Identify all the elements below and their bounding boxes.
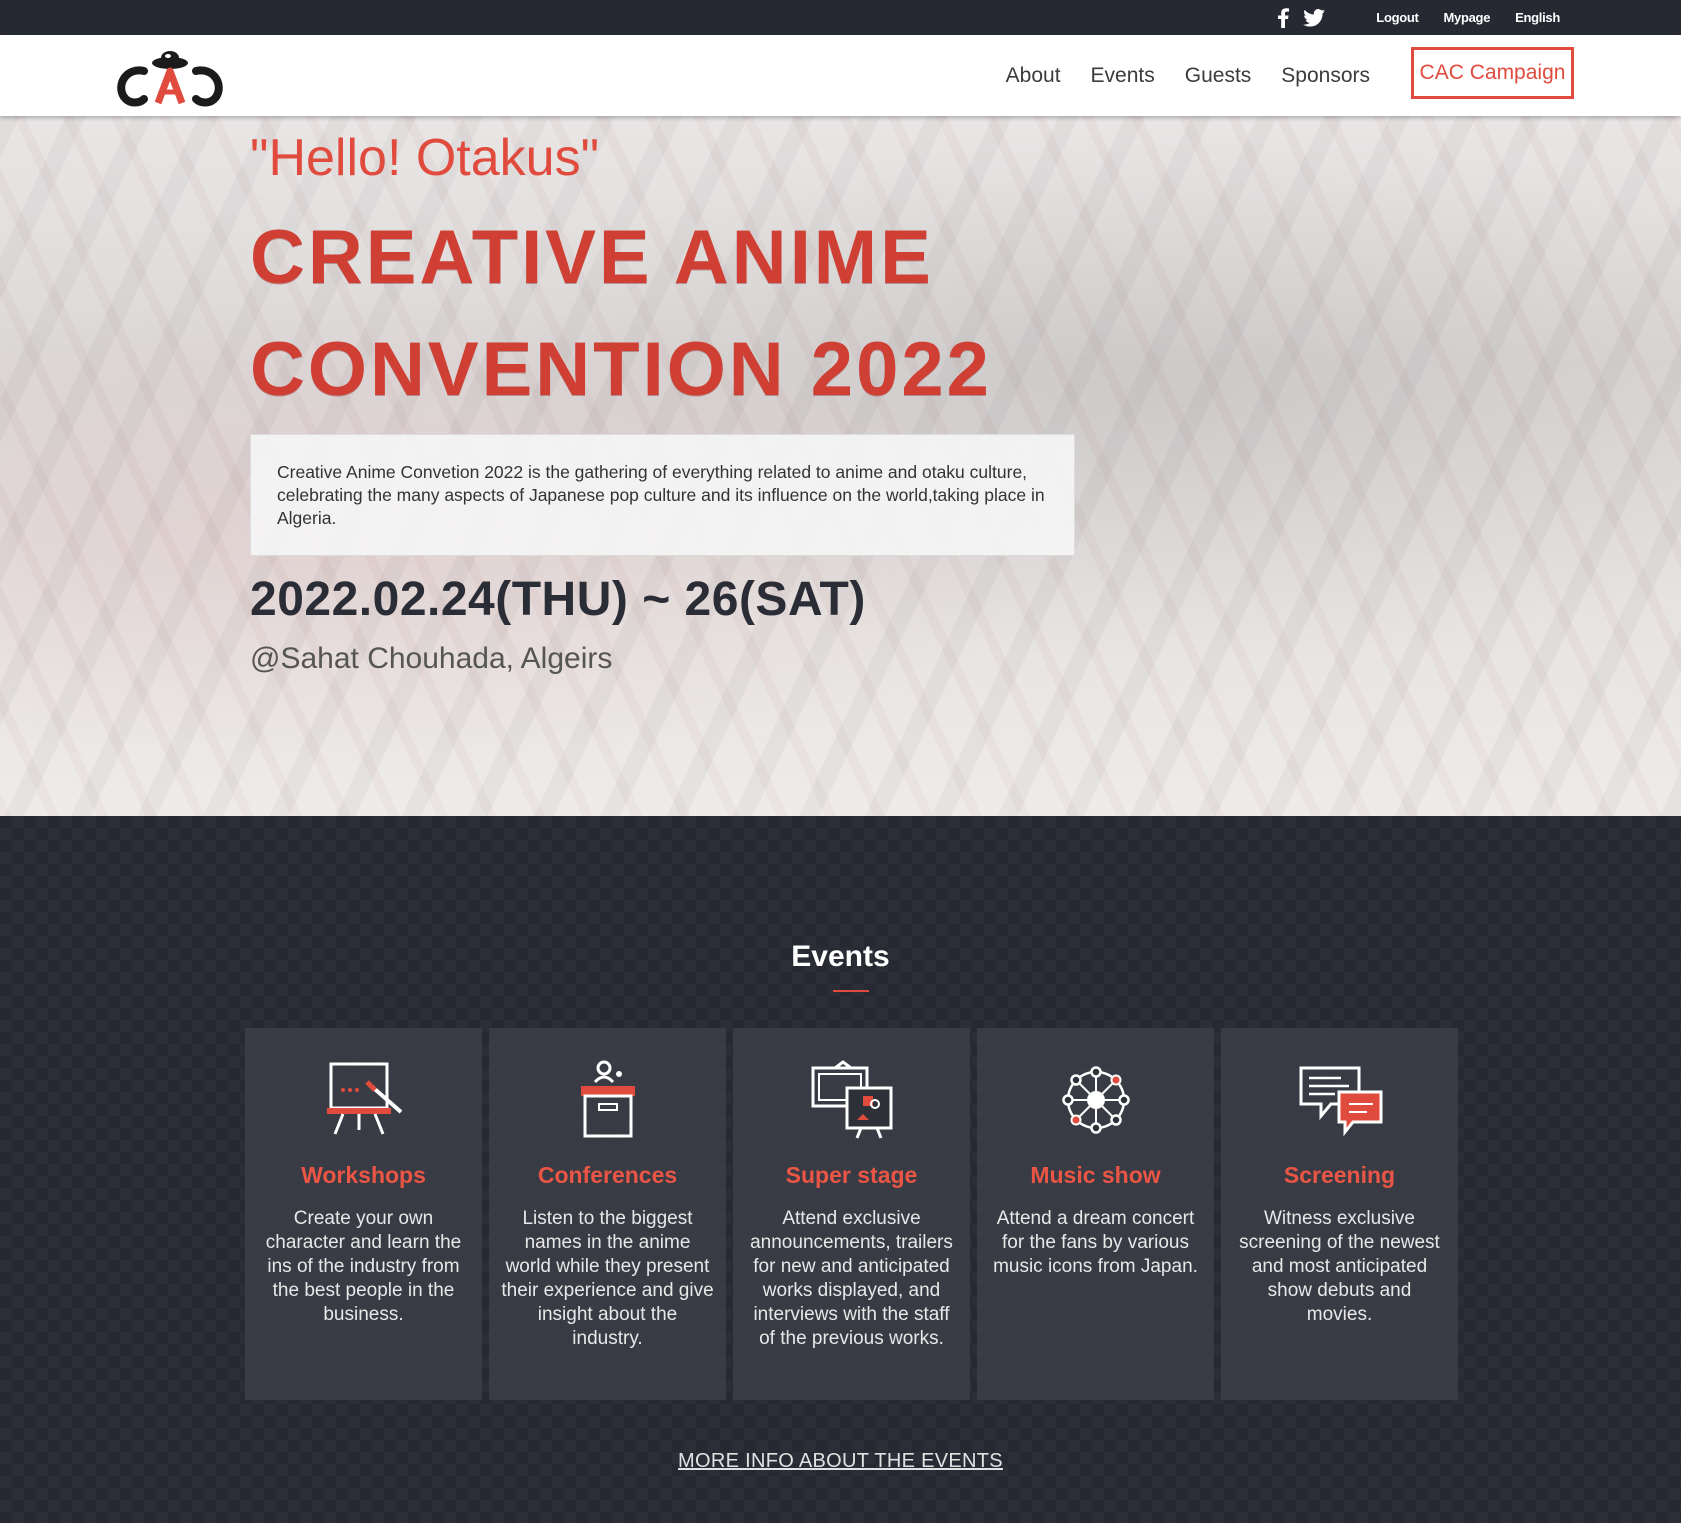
podium-icon [580,1060,635,1138]
nav-sponsors[interactable]: Sponsors [1281,64,1370,88]
event-cards: Workshops Create your own character and … [245,1028,1458,1400]
whiteboard-icon [326,1062,402,1135]
event-card-workshops: Workshops Create your own character and … [245,1028,482,1400]
hero-headline: CREATIVE ANIME CONVENTION 2022 [250,202,992,426]
events-heading: Events [791,940,890,973]
nav-events[interactable]: Events [1091,64,1155,88]
event-card-screening: Screening Witness exclusive screening of… [1221,1028,1458,1400]
event-card-title: Conferences [537,1162,678,1188]
network-icon [1061,1066,1130,1134]
more-info-events-link[interactable]: MORE INFO ABOUT THE EVENTS [678,1450,1003,1472]
event-card-title: Super stage [785,1162,918,1188]
event-card-title: Workshops [301,1162,426,1188]
nav-links: About Events Guests Sponsors [1006,35,1370,116]
chat-bubbles-icon [1299,1066,1382,1137]
more-info-container: MORE INFO ABOUT THE EVENTS [0,1450,1681,1473]
heading-underline [833,990,869,992]
top-utility-bar: Logout Mypage English [0,0,1681,35]
event-dates: 2022.02.24(THU) ~ 26(SAT) [250,573,866,626]
events-section: Events Workshops Create your own charact… [0,816,1681,1523]
event-card-text: Listen to the biggest names in the anime… [501,1208,714,1349]
event-card-title: Screening [1283,1162,1396,1188]
event-card-title: Music show [1030,1162,1161,1188]
facebook-icon[interactable] [1277,7,1290,28]
event-card-text: Attend exclusive announcements, trailers… [750,1208,953,1349]
language-selector[interactable]: English [1515,10,1560,25]
nav-about[interactable]: About [1006,64,1061,88]
site-logo[interactable] [112,45,228,107]
hero-greeting: "Hello! Otakus" [250,129,600,187]
social-links [1277,7,1326,28]
event-venue: @Sahat Chouhada, Algeirs [250,642,613,675]
hero-headline-line1: CREATIVE ANIME [250,215,934,300]
mypage-link[interactable]: Mypage [1444,10,1491,25]
event-card-text: Witness exclusive screening of the newes… [1239,1208,1440,1325]
logout-link[interactable]: Logout [1376,10,1419,25]
main-navbar: About Events Guests Sponsors CAC Campaig… [0,35,1681,116]
event-card-text: Create your own character and learn the … [265,1208,462,1325]
twitter-icon[interactable] [1303,8,1326,27]
hero-headline-line2: CONVENTION 2022 [250,327,992,412]
nav-guests[interactable]: Guests [1185,64,1252,88]
event-card-text: Attend a dream concert for the fans by v… [993,1208,1198,1277]
event-card-music-show: Music show Attend a dream concert for th… [977,1028,1214,1400]
hero-description: Creative Anime Convetion 2022 is the gat… [250,434,1075,556]
screens-icon [811,1060,892,1139]
event-card-super-stage: Super stage Attend exclusive announcemen… [733,1028,970,1400]
cac-campaign-button[interactable]: CAC Campaign [1411,47,1574,99]
event-card-conferences: Conferences Listen to the biggest names … [489,1028,726,1400]
hero-section: "Hello! Otakus" CREATIVE ANIME CONVENTIO… [0,116,1681,816]
